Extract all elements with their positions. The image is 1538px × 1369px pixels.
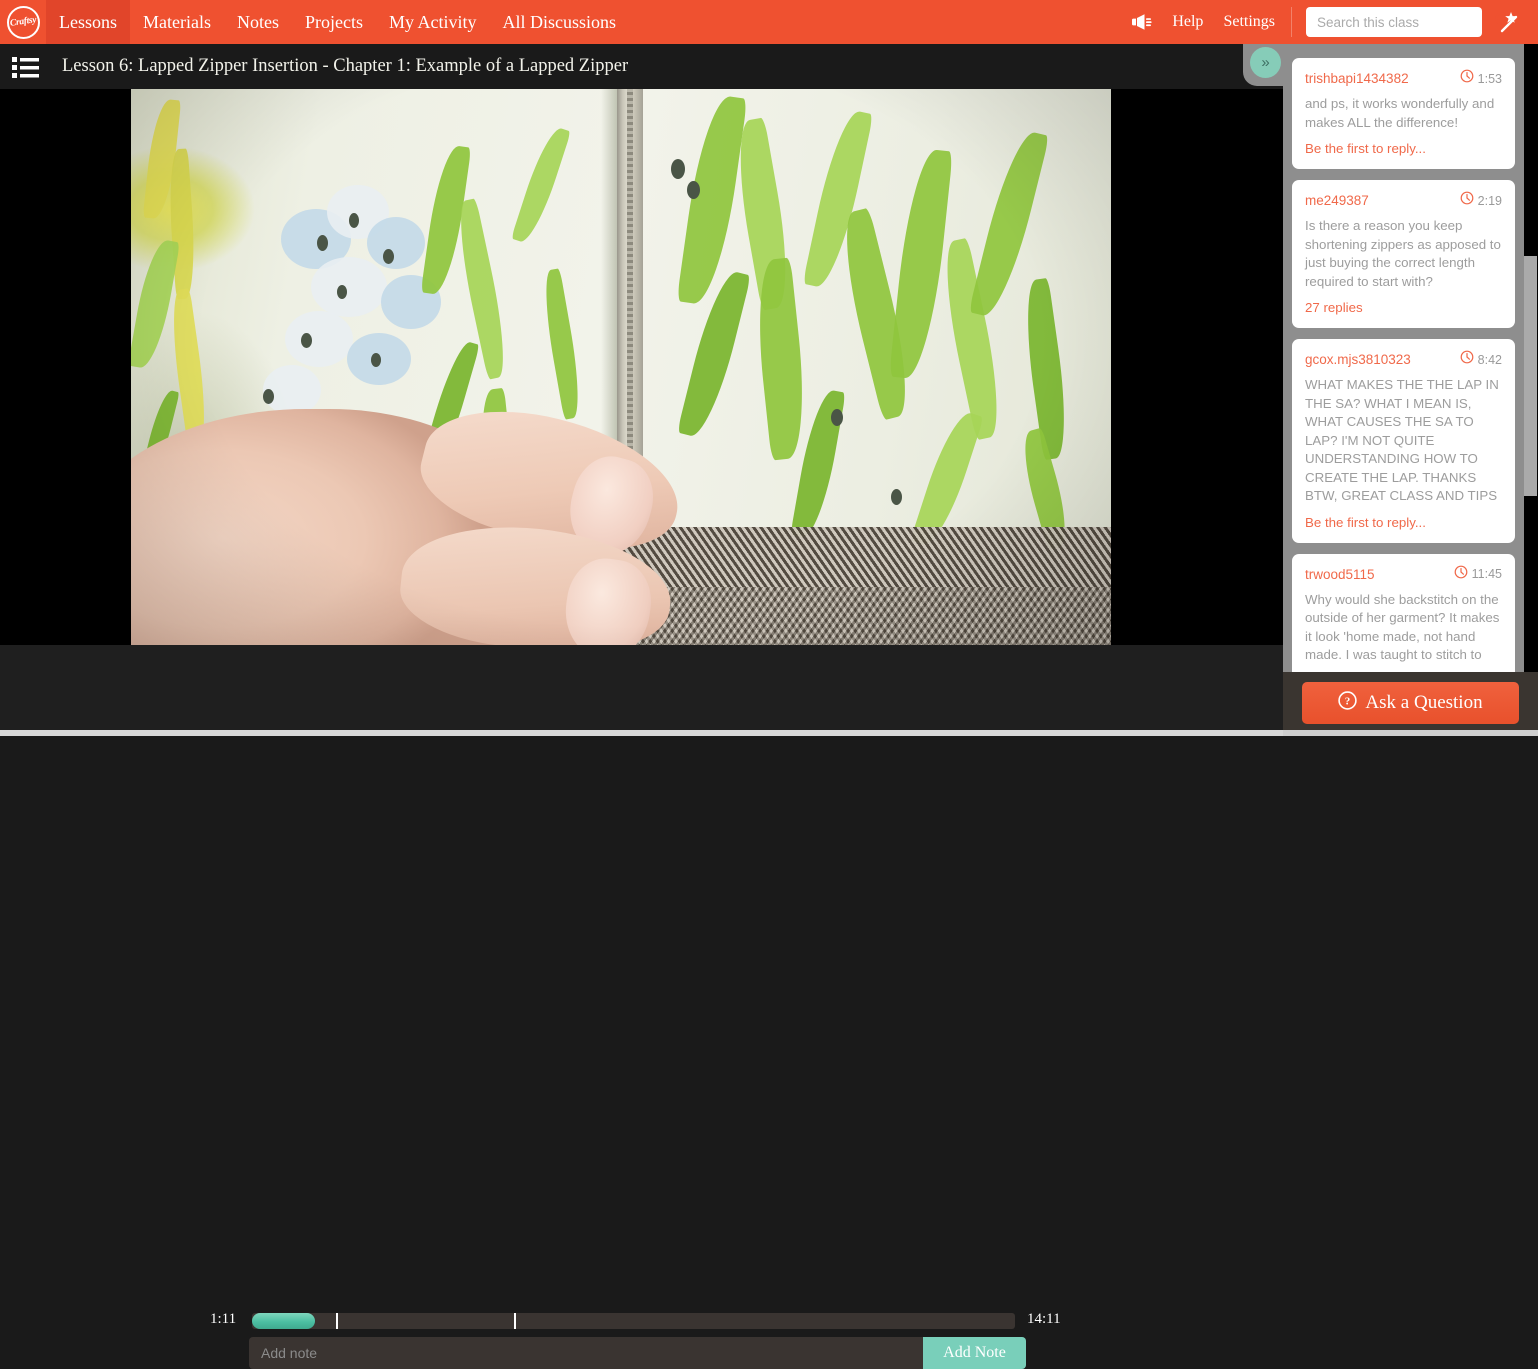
comment-time-label: 1:53 [1477,71,1502,86]
total-time-label: 14:11 [1027,1311,1061,1327]
progress-bar-fill [252,1313,315,1329]
comment-timestamp[interactable]: 8:42 [1460,350,1502,369]
sidebar-scrollbar-track[interactable] [1524,44,1538,736]
comment-header: trwood5115 11:45 [1305,565,1502,584]
comment-timestamp[interactable]: 2:19 [1460,191,1502,210]
add-note-button[interactable]: Add Note [923,1337,1026,1369]
logo-circle-icon: Craftsy [6,5,40,39]
nav-item-all-discussions[interactable]: All Discussions [490,0,630,44]
nav-item-lessons[interactable]: Lessons [46,0,130,44]
comment-card[interactable]: gcox.mjs3810323 8:42 WHAT MAKES THE THE … [1292,339,1515,543]
discussion-sidebar: trishbapi1434382 1:53 and ps, it works w… [1283,44,1538,736]
comment-body: Why would she backstitch on the outside … [1305,591,1500,663]
comment-body: and ps, it works wonderfully and makes A… [1305,96,1495,130]
comment-card[interactable]: trishbapi1434382 1:53 and ps, it works w… [1292,58,1515,169]
lesson-list-icon[interactable] [11,54,41,80]
comment-time-label: 8:42 [1477,352,1502,367]
comment-author[interactable]: trishbapi1434382 [1305,71,1409,86]
video-stage[interactable] [0,89,1283,645]
svg-text:?: ? [1345,695,1351,707]
search-box[interactable] [1306,7,1512,37]
settings-link[interactable]: Settings [1213,13,1285,31]
comment-author[interactable]: gcox.mjs3810323 [1305,352,1411,367]
magic-wand-icon[interactable] [1490,11,1530,33]
nav-right-group: Help Settings [1120,0,1538,44]
page-title: Lesson 6: Lapped Zipper Insertion - Chap… [62,56,629,76]
bottom-edge-strip-right [1283,730,1538,736]
comment-header: me249387 2:19 [1305,191,1502,210]
top-navigation-bar: Craftsy Lessons Materials Notes Projects… [0,0,1538,44]
comment-timestamp[interactable]: 11:45 [1454,565,1502,584]
nav-item-notes[interactable]: Notes [224,0,292,44]
comment-reply-link[interactable]: 27 replies [1305,300,1502,315]
comment-header: trishbapi1434382 1:53 [1305,69,1502,88]
comment-author[interactable]: trwood5115 [1305,567,1375,582]
craftsy-logo[interactable]: Craftsy [0,0,46,44]
discussion-list: trishbapi1434382 1:53 and ps, it works w… [1283,44,1524,736]
video-player-frame[interactable] [131,89,1111,645]
help-link[interactable]: Help [1162,13,1213,31]
vignette-overlay [131,89,1111,645]
comment-time-label: 11:45 [1471,567,1502,581]
progress-bar-track[interactable] [252,1313,1015,1329]
comment-author[interactable]: me249387 [1305,193,1369,208]
comment-card[interactable]: me249387 2:19 Is there a reason you keep… [1292,180,1515,328]
question-circle-icon: ? [1338,690,1358,716]
chapter-marker[interactable] [514,1313,516,1329]
video-player-controls: 1:11 14:11 Add Note [0,645,1283,1369]
chapter-marker[interactable] [336,1313,338,1329]
nav-item-projects[interactable]: Projects [292,0,376,44]
nav-item-materials[interactable]: Materials [130,0,224,44]
clock-icon [1454,565,1468,584]
comment-card[interactable]: trwood5115 11:45 Why would she backstitc… [1292,553,1515,687]
clock-icon [1460,69,1474,88]
add-note-row: Add Note [249,1337,1026,1369]
collapse-sidebar-button[interactable]: » [1250,47,1281,78]
ask-question-bar: ? Ask a Question [1283,672,1538,736]
current-time-label: 1:11 [210,1311,237,1327]
megaphone-icon[interactable] [1120,13,1162,31]
comment-body: WHAT MAKES THE THE LAP IN THE SA? WHAT I… [1305,377,1499,503]
comment-time-label: 2:19 [1477,193,1502,208]
comment-timestamp[interactable]: 1:53 [1460,69,1502,88]
clock-icon [1460,191,1474,210]
add-note-input[interactable] [249,1337,1026,1369]
sidebar-scrollbar-thumb[interactable] [1524,256,1537,496]
nav-item-my-activity[interactable]: My Activity [376,0,490,44]
lesson-title-bar: Lesson 6: Lapped Zipper Insertion - Chap… [0,44,1283,89]
bottom-edge-strip [0,730,1283,736]
nav-divider [1291,7,1292,37]
ask-question-button[interactable]: ? Ask a Question [1302,682,1519,724]
search-input[interactable] [1317,14,1494,30]
comment-body: Is there a reason you keep shortening zi… [1305,218,1501,289]
clock-icon [1460,350,1474,369]
comment-header: gcox.mjs3810323 8:42 [1305,350,1502,369]
ask-question-label: Ask a Question [1365,692,1483,713]
comment-reply-link[interactable]: Be the first to reply... [1305,141,1502,156]
logo-wordmark: Craftsy [9,15,37,29]
comment-reply-link[interactable]: Be the first to reply... [1305,515,1502,530]
